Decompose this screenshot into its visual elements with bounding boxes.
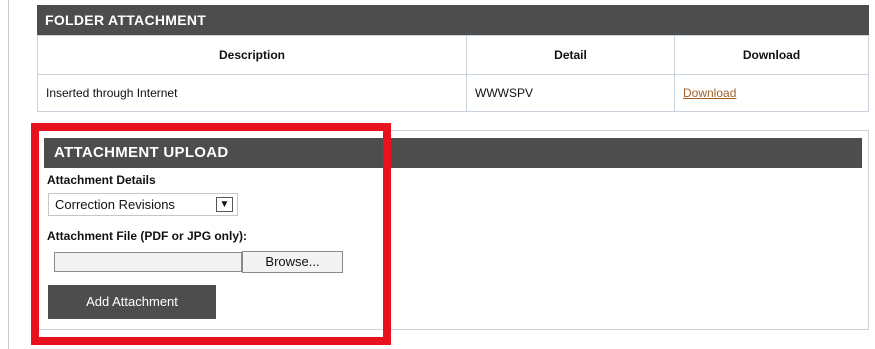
attachment-file-input[interactable] xyxy=(54,252,242,272)
attachment-upload-header: ATTACHMENT UPLOAD xyxy=(44,138,862,168)
cell-detail: WWWSPV xyxy=(466,74,675,112)
table-row: Inserted through Internet WWWSPV Downloa… xyxy=(37,74,869,112)
attachment-file-label: Attachment File (PDF or JPG only): xyxy=(47,229,248,243)
column-header-download: Download xyxy=(674,35,869,75)
attachment-details-label: Attachment Details xyxy=(47,173,156,187)
table-header-row: Description Detail Download xyxy=(37,35,869,75)
folder-attachment-header: FOLDER ATTACHMENT xyxy=(37,5,869,35)
attachment-details-selected-value: Correction Revisions xyxy=(55,197,175,212)
folder-attachment-table: Description Detail Download Inserted thr… xyxy=(37,35,869,112)
cell-download: Download xyxy=(674,74,869,112)
download-link[interactable]: Download xyxy=(683,86,736,100)
attachment-details-select[interactable]: Correction Revisions ▼ xyxy=(48,193,238,216)
column-header-description: Description xyxy=(37,35,467,75)
chevron-down-icon[interactable]: ▼ xyxy=(216,197,233,212)
cell-description: Inserted through Internet xyxy=(37,74,467,112)
column-header-detail: Detail xyxy=(466,35,675,75)
page-left-border xyxy=(8,0,9,349)
add-attachment-button[interactable]: Add Attachment xyxy=(48,285,216,319)
browse-button[interactable]: Browse... xyxy=(242,251,343,273)
